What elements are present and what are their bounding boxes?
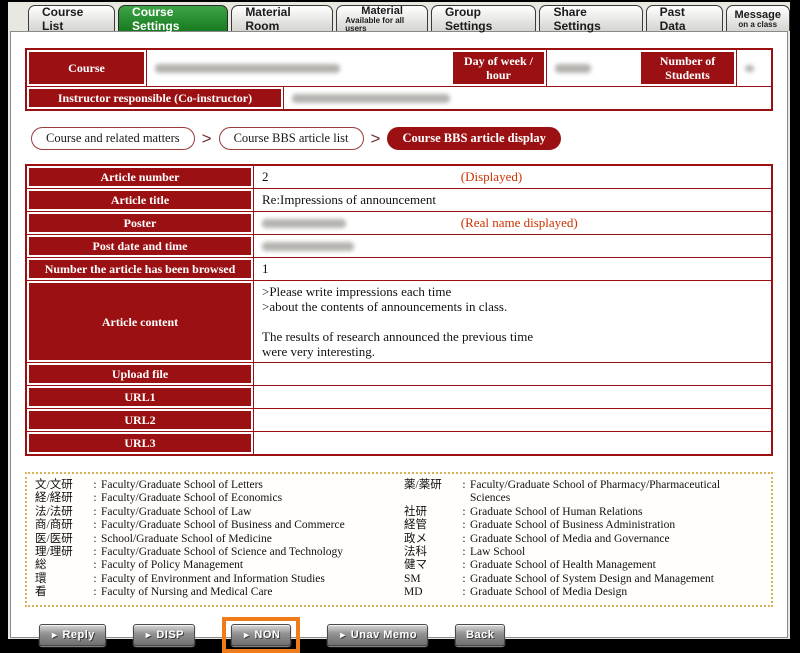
upload-file-label: Upload file xyxy=(27,363,254,386)
poster-label: Poster xyxy=(27,212,254,235)
legend-right-column: 薬/薬研:Faculty/Graduate School of Pharmacy… xyxy=(404,479,763,600)
breadcrumb-bbs-display: Course BBS article display xyxy=(387,127,560,150)
legend-item: 薬/薬研:Faculty/Graduate School of Pharmacy… xyxy=(404,479,763,506)
url3-value xyxy=(254,432,771,454)
legend-left-column: 文/文研:Faculty/Graduate School of Letters … xyxy=(35,479,394,600)
highlight-box: ►NON xyxy=(222,617,300,653)
article-title-value: Re:Impressions of announcement xyxy=(254,189,771,212)
legend-item: SM:Graduate School of System Design and … xyxy=(404,573,763,586)
upload-file-value xyxy=(254,363,771,386)
article-title-label: Article title xyxy=(27,189,254,212)
tab-past-data[interactable]: Past Data xyxy=(646,5,723,31)
faculty-legend: 文/文研:Faculty/Graduate School of Letters … xyxy=(25,472,773,607)
main-panel: Course Day of week / hour Number of Stud… xyxy=(10,31,788,638)
legend-item: 理/理研:Faculty/Graduate School of Science … xyxy=(35,546,394,559)
legend-item: 経/経研:Faculty/Graduate School of Economic… xyxy=(35,492,394,505)
article-content-label: Article content xyxy=(27,281,254,363)
url2-label: URL2 xyxy=(27,409,254,432)
tab-bar: Course List Course Settings Material Roo… xyxy=(8,2,790,31)
post-date-label: Post date and time xyxy=(27,235,254,258)
legend-item: 健マ:Graduate School of Health Management xyxy=(404,559,763,572)
post-date-redacted xyxy=(262,242,354,251)
day-of-week-redacted xyxy=(555,64,591,73)
day-of-week-value xyxy=(547,50,639,87)
legend-item: 法科:Law School xyxy=(404,546,763,559)
arrow-icon: ► xyxy=(338,630,347,640)
arrow-icon: ► xyxy=(50,630,59,640)
day-of-week-label-cell: Day of week / hour xyxy=(451,50,547,87)
course-name-redacted xyxy=(155,64,340,73)
tab-group-settings[interactable]: Group Settings xyxy=(431,5,537,31)
legend-item: 経管:Graduate School of Business Administr… xyxy=(404,519,763,532)
unav-memo-button[interactable]: ►Unav Memo xyxy=(327,624,428,646)
disp-button[interactable]: ►DISP xyxy=(133,624,195,646)
tab-material[interactable]: Material Available for all users xyxy=(336,5,428,31)
instructor-redacted xyxy=(292,94,450,103)
legend-item: 看:Faculty of Nursing and Medical Care xyxy=(35,586,394,599)
breadcrumb: Course and related matters > Course BBS … xyxy=(31,127,773,150)
page-background: Course List Course Settings Material Roo… xyxy=(8,2,790,639)
instructor-value xyxy=(284,87,771,109)
tab-share-settings[interactable]: Share Settings xyxy=(539,5,642,31)
legend-item: 総:Faculty of Policy Management xyxy=(35,559,394,572)
chevron-right-icon: > xyxy=(371,129,381,149)
article-table: Article number 2 (Displayed) Article tit… xyxy=(25,164,773,456)
post-date-value xyxy=(254,235,771,258)
legend-item: 文/文研:Faculty/Graduate School of Letters xyxy=(35,479,394,492)
poster-redacted xyxy=(262,219,346,228)
url3-label: URL3 xyxy=(27,432,254,454)
non-button[interactable]: ►NON xyxy=(231,624,291,646)
course-header-row-2: Instructor responsible (Co-instructor) xyxy=(27,87,771,109)
tab-course-settings[interactable]: Course Settings xyxy=(118,5,228,31)
legend-item: 政メ:Graduate School of Media and Governan… xyxy=(404,533,763,546)
course-name-value xyxy=(147,50,451,87)
chevron-right-icon: > xyxy=(202,129,212,149)
students-value xyxy=(737,50,771,87)
instructor-label-cell: Instructor responsible (Co-instructor) xyxy=(27,87,284,109)
reply-button[interactable]: ►Reply xyxy=(39,624,106,646)
browsed-value: 1 xyxy=(254,258,771,281)
breadcrumb-course-related[interactable]: Course and related matters xyxy=(31,127,195,150)
displayed-note: (Displayed) xyxy=(461,169,522,185)
article-number-value: 2 (Displayed) xyxy=(254,166,771,189)
course-label-cell: Course xyxy=(27,50,147,87)
url1-label: URL1 xyxy=(27,386,254,409)
legend-item: 社研:Graduate School of Human Relations xyxy=(404,506,763,519)
course-header-table: Course Day of week / hour Number of Stud… xyxy=(25,48,773,111)
url2-value xyxy=(254,409,771,432)
legend-item: MD:Graduate School of Media Design xyxy=(404,586,763,599)
poster-value: (Real name displayed) xyxy=(254,212,771,235)
browsed-label: Number the article has been browsed xyxy=(27,258,254,281)
legend-item: 環:Faculty of Environment and Information… xyxy=(35,573,394,586)
arrow-icon: ► xyxy=(144,630,153,640)
course-header-row-1: Course Day of week / hour Number of Stud… xyxy=(27,50,771,87)
article-number-label: Article number xyxy=(27,166,254,189)
students-redacted xyxy=(745,65,754,72)
breadcrumb-bbs-list[interactable]: Course BBS article list xyxy=(219,127,364,150)
legend-item: 医/医研:School/Graduate School of Medicine xyxy=(35,533,394,546)
tab-course-list[interactable]: Course List xyxy=(28,5,115,31)
back-button[interactable]: Back xyxy=(455,624,505,646)
tab-material-room[interactable]: Material Room xyxy=(231,5,333,31)
legend-item: 商/商研:Faculty/Graduate School of Business… xyxy=(35,519,394,532)
real-name-note: (Real name displayed) xyxy=(461,215,578,231)
arrow-icon: ► xyxy=(242,630,251,640)
legend-item: 法/法研:Faculty/Graduate School of Law xyxy=(35,506,394,519)
tab-message[interactable]: Message on a class xyxy=(726,5,790,31)
action-button-row: ►Reply ►DISP ►NON ►Unav Memo Back xyxy=(39,617,773,653)
article-content-value: >Please write impressions each time >abo… xyxy=(254,281,771,363)
url1-value xyxy=(254,386,771,409)
students-label-cell: Number of Students xyxy=(639,50,737,87)
